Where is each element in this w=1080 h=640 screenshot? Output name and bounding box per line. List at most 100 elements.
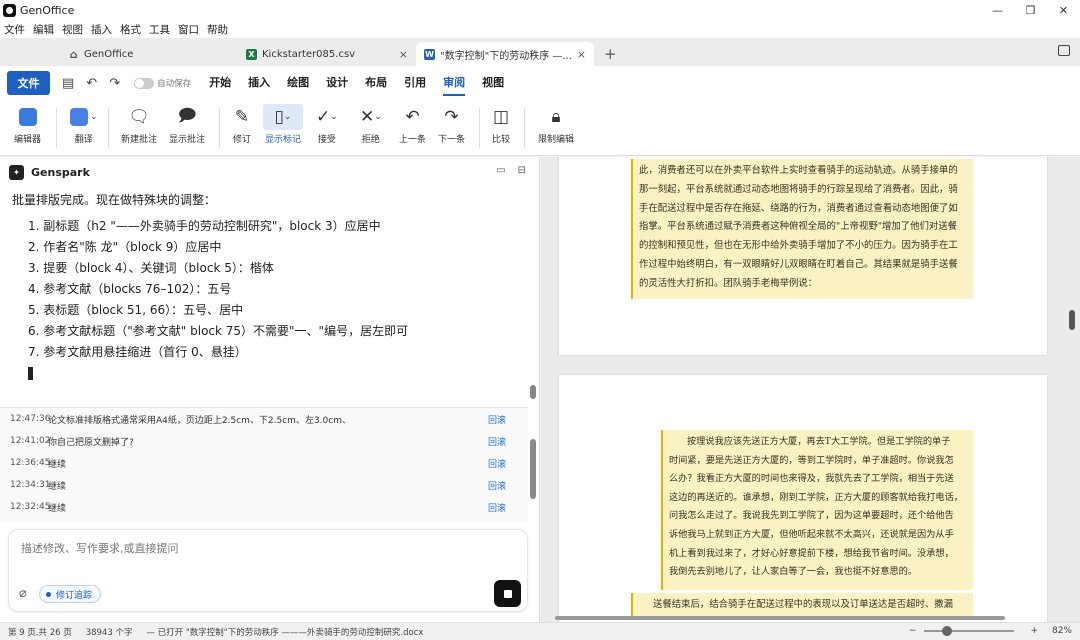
show-markup-icon: ▯ ⌄ bbox=[263, 104, 303, 130]
scroll-thumb[interactable] bbox=[555, 616, 1005, 620]
history-scrollbar[interactable] bbox=[530, 439, 536, 499]
text-line: 这边的再送近的。谁承想，刚到工学院，正方大厦的顾客就给我打电话， bbox=[669, 491, 963, 503]
history-text: 继续 bbox=[48, 459, 67, 470]
show-comments-label: 显示批注 bbox=[169, 135, 206, 145]
text-line: 诉他我马上就到正方大厦，但他听起来就不太高兴，还说就是因为从手 bbox=[669, 528, 954, 540]
expand-panel-icon[interactable]: ⊟ bbox=[518, 165, 526, 176]
list-item: 5. 表标题（block 51, 66）：五号、居中 bbox=[28, 303, 244, 317]
menu-insert[interactable]: 插入 bbox=[91, 22, 112, 37]
ribbon-tab-design[interactable]: 设计 bbox=[326, 70, 348, 96]
revise-button[interactable]: ✎ 修订 bbox=[233, 104, 251, 145]
tab-kickstarter-csv[interactable]: X Kickstarter085.csv × bbox=[238, 42, 416, 66]
genspark-logo-icon: ✦ bbox=[9, 164, 24, 180]
redo-icon[interactable]: ↷ bbox=[109, 76, 120, 91]
translate-button[interactable]: ⌄ 翻译 bbox=[70, 104, 98, 145]
zoom-in-button[interactable]: + bbox=[1030, 626, 1038, 636]
word-count: 38943 个字 bbox=[85, 627, 133, 638]
close-icon[interactable]: ✕ bbox=[1047, 0, 1080, 20]
menu-edit[interactable]: 编辑 bbox=[33, 22, 54, 37]
accept-button[interactable]: ✓ ⌄ 接受 bbox=[316, 104, 338, 145]
list-item: 1. 副标题（h2 "——外卖骑手的劳动控制研究"，block 3）应居中 bbox=[28, 219, 381, 233]
word-icon: W bbox=[424, 48, 435, 60]
new-comment-label: 新建批注 bbox=[121, 135, 158, 145]
translate-icon: ⌄ bbox=[70, 104, 98, 130]
editor-button[interactable]: 编辑器 bbox=[14, 104, 41, 145]
text-line: 我倒先去别地儿了，让人家白等了一会，我也挺不好意思的。 bbox=[669, 566, 918, 578]
restrict-label: 限制编辑 bbox=[538, 135, 575, 145]
stop-button[interactable] bbox=[494, 580, 521, 607]
ribbon-tab-references[interactable]: 引用 bbox=[404, 70, 426, 96]
rollback-link[interactable]: 回滚 bbox=[488, 457, 528, 470]
close-tab-icon[interactable]: × bbox=[577, 48, 586, 61]
save-icon[interactable]: ▤ bbox=[62, 76, 74, 91]
editor-label: 编辑器 bbox=[14, 135, 42, 145]
show-markup-button[interactable]: ▯ ⌄ 显示标记 bbox=[263, 104, 303, 145]
document-vertical-scrollbar[interactable] bbox=[1068, 157, 1076, 622]
menu-file[interactable]: 文件 bbox=[4, 22, 25, 37]
next-arrow-icon: ↷ bbox=[444, 107, 459, 127]
menu-format[interactable]: 格式 bbox=[120, 22, 141, 37]
panel-toggle-icon[interactable] bbox=[1058, 45, 1070, 56]
menu-view[interactable]: 视图 bbox=[62, 22, 83, 37]
autosave-label: 自动保存 bbox=[157, 79, 192, 89]
tab-label: GenOffice bbox=[84, 48, 134, 60]
ribbon-bar: 文件 ▤ ↶ ↷ 自动保存 开始 插入 绘图 设计 布局 引用 审阅 视图 bbox=[0, 66, 1080, 100]
highlighted-paragraph[interactable]: 此，消费者还可以在外卖平台软件上实时查看骑手的运动轨迹。从骑手接单的 那一刻起，… bbox=[631, 159, 973, 299]
text-line: 时间紧，要是先送正方大厦的，等到工学院时，单子准超时。你说我怎 bbox=[669, 454, 954, 466]
menu-tools[interactable]: 工具 bbox=[149, 22, 170, 37]
previous-change-button[interactable]: ↶ 上一条 bbox=[399, 104, 426, 145]
new-comment-button[interactable]: 🗨 新建批注 bbox=[121, 104, 157, 145]
autosave-toggle[interactable]: 自动保存 bbox=[134, 77, 191, 89]
close-tab-icon[interactable]: × bbox=[399, 48, 408, 61]
restore-icon[interactable]: ❐ bbox=[1014, 0, 1047, 20]
rollback-link[interactable]: 回滚 bbox=[488, 413, 528, 426]
minimize-icon[interactable]: — bbox=[981, 0, 1014, 20]
zoom-slider[interactable] bbox=[924, 626, 1015, 636]
toolbar-divider bbox=[219, 108, 220, 148]
show-comments-button[interactable]: 🗩 显示批注 bbox=[169, 104, 206, 146]
compare-button[interactable]: ◫ 比较 bbox=[492, 104, 510, 145]
history-time: 12:47:36 bbox=[10, 414, 51, 424]
zoom-out-button[interactable]: − bbox=[909, 626, 917, 636]
reject-button[interactable]: ✕ ⌄ 拒绝 bbox=[360, 104, 382, 145]
new-comment-icon: 🗨 bbox=[128, 107, 150, 127]
menu-help[interactable]: 帮助 bbox=[207, 22, 228, 37]
rollback-link[interactable]: 回滚 bbox=[488, 435, 528, 448]
opened-file-status: — 已打开 "数字控制"下的劳动秩序 ———外卖骑手的劳动控制研究.docx bbox=[146, 627, 424, 638]
zoom-slider-knob[interactable] bbox=[942, 626, 953, 636]
menu-window[interactable]: 窗口 bbox=[178, 22, 199, 37]
list-item: 4. 参考文献（blocks 76–102）：五号 bbox=[28, 282, 232, 296]
toolbar-divider bbox=[479, 108, 480, 148]
rollback-link[interactable]: 回滚 bbox=[488, 501, 528, 514]
ribbon-tab-home[interactable]: 开始 bbox=[209, 70, 231, 96]
ribbon-tab-insert[interactable]: 插入 bbox=[248, 70, 270, 96]
ribbon-tabs: 开始 插入 绘图 设计 布局 引用 审阅 视图 bbox=[209, 70, 521, 96]
ribbon-tab-view[interactable]: 视图 bbox=[482, 70, 504, 96]
scroll-thumb[interactable] bbox=[1069, 310, 1075, 330]
next-change-button[interactable]: ↷ 下一条 bbox=[438, 104, 465, 145]
chat-scrollbar[interactable] bbox=[530, 385, 536, 399]
rollback-link[interactable]: 回滚 bbox=[488, 479, 528, 492]
file-button[interactable]: 文件 bbox=[7, 71, 50, 95]
tab-document[interactable]: W "数字控制"下的劳动秩序 —... × bbox=[416, 42, 594, 66]
ribbon-tab-draw[interactable]: 绘图 bbox=[287, 70, 309, 96]
toolbar-divider bbox=[56, 108, 57, 148]
prompt-input[interactable]: 描述修改、写作要求,或直接提问 bbox=[21, 540, 179, 556]
toolbar-divider bbox=[108, 108, 109, 148]
track-changes-chip[interactable]: 修订追踪 bbox=[39, 585, 102, 603]
history-row: 12:47:36 论文标准排版格式通常采用A4纸，页边距上2.5cm、下2.5c… bbox=[0, 408, 528, 430]
new-tab-button[interactable]: + bbox=[604, 42, 617, 66]
tab-genoffice[interactable]: ⌂ GenOffice bbox=[60, 42, 238, 66]
toggle-switch[interactable] bbox=[134, 77, 155, 89]
ribbon-tab-layout[interactable]: 布局 bbox=[365, 70, 387, 96]
chat-bubble-icon[interactable]: ▭ bbox=[496, 165, 505, 176]
reject-label: 拒绝 bbox=[361, 135, 380, 145]
document-horizontal-scrollbar[interactable] bbox=[541, 614, 1061, 622]
ribbon-tab-review[interactable]: 审阅 bbox=[443, 70, 466, 96]
undo-icon[interactable]: ↶ bbox=[86, 76, 97, 91]
show-markup-label: 显示标记 bbox=[264, 135, 301, 145]
review-toolbar: 编辑器 ⌄ 翻译 🗨 新建批注 🗩 显示批注 ✎ 修订 ▯ ⌄ 显示标记 ✓ ⌄ 接… bbox=[0, 100, 1080, 156]
attach-icon[interactable]: ⌀ bbox=[19, 586, 27, 601]
restrict-editing-button[interactable]: 🔒︎ 限制编辑 bbox=[538, 104, 574, 145]
highlighted-quote-block[interactable]: 按理说我应该先送正方大厦，再去T大工学院。但是工学院的单子 时间紧，要是先送正方… bbox=[661, 430, 973, 590]
